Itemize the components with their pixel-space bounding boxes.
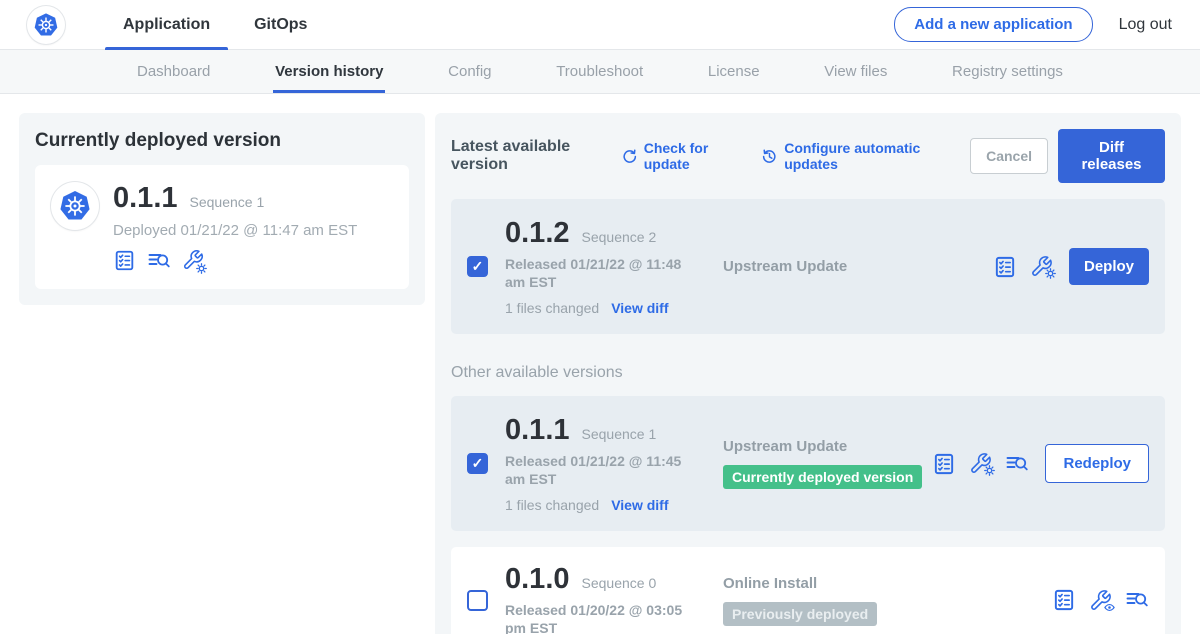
logout-button[interactable]: Log out (1119, 16, 1172, 34)
latest-available-title: Latest available version (451, 138, 607, 174)
kubernetes-logo (27, 6, 65, 44)
version-checkbox[interactable] (467, 453, 488, 474)
version-checkbox[interactable] (467, 590, 488, 611)
version-row-0-1-2: 0.1.2 Sequence 2 Released 01/21/22 @ 11:… (451, 199, 1165, 334)
config-view-icon[interactable] (1125, 588, 1149, 612)
tab-application[interactable]: Application (101, 0, 232, 50)
release-notes-icon[interactable] (1052, 588, 1076, 612)
view-diff-link[interactable]: View diff (611, 497, 668, 513)
version-row-0-1-0: 0.1.0 Sequence 0 Released 01/20/22 @ 03:… (451, 547, 1165, 634)
version-number: 0.1.2 (505, 217, 570, 250)
release-notes-icon[interactable] (993, 255, 1017, 279)
top-nav: Application GitOps Add a new application… (0, 0, 1200, 50)
sequence-label: Sequence 2 (582, 229, 657, 245)
tab-gitops[interactable]: GitOps (232, 0, 329, 50)
currently-deployed-badge: Currently deployed version (723, 465, 922, 489)
refresh-icon (621, 148, 638, 165)
release-notes-icon[interactable] (932, 452, 956, 476)
deployed-timestamp: Deployed 01/21/22 @ 11:47 am EST (113, 222, 357, 239)
check-for-update-link[interactable]: Check for update (621, 140, 739, 172)
version-checkbox[interactable] (467, 256, 488, 277)
config-view-icon[interactable] (147, 249, 171, 273)
preflight-gear-icon[interactable] (1030, 255, 1053, 278)
clock-arrow-icon (761, 148, 778, 165)
app-kubernetes-icon (51, 182, 99, 230)
other-versions-title: Other available versions (451, 364, 1165, 382)
tab-version-history[interactable]: Version history (273, 50, 385, 93)
add-new-application-button[interactable]: Add a new application (894, 7, 1092, 42)
cancel-button[interactable]: Cancel (970, 138, 1048, 174)
diff-releases-button[interactable]: Diff releases (1058, 129, 1165, 183)
redeploy-button[interactable]: Redeploy (1045, 444, 1149, 483)
tab-config[interactable]: Config (446, 50, 493, 93)
version-source-label: Online Install (723, 575, 1052, 592)
files-changed-label: 1 files changed (505, 300, 599, 316)
sequence-label: Sequence 1 (582, 426, 657, 442)
version-row-0-1-1: 0.1.1 Sequence 1 Released 01/21/22 @ 11:… (451, 396, 1165, 531)
version-source-label: Upstream Update (723, 258, 993, 275)
tab-view-files[interactable]: View files (822, 50, 889, 93)
released-timestamp: Released 01/21/22 @ 11:45 am EST (505, 453, 695, 488)
main-content: Currently deployed version 0.1.1 Sequenc… (0, 94, 1200, 634)
released-timestamp: Released 01/20/22 @ 03:05 pm EST (505, 602, 695, 634)
released-timestamp: Released 01/21/22 @ 11:48 am EST (505, 256, 695, 291)
config-view-icon[interactable] (1005, 452, 1029, 476)
currently-deployed-panel: Currently deployed version 0.1.1 Sequenc… (19, 113, 425, 305)
configure-automatic-updates-link[interactable]: Configure automatic updates (761, 140, 948, 172)
tab-troubleshoot[interactable]: Troubleshoot (554, 50, 645, 93)
tab-dashboard[interactable]: Dashboard (135, 50, 212, 93)
previously-deployed-badge: Previously deployed (723, 602, 877, 626)
sequence-label: Sequence 0 (582, 575, 657, 591)
files-changed-label: 1 files changed (505, 497, 599, 513)
version-number: 0.1.1 (505, 414, 570, 447)
deployed-sequence-label: Sequence 1 (190, 194, 265, 210)
tab-license[interactable]: License (706, 50, 762, 93)
deployed-version-number: 0.1.1 (113, 182, 178, 215)
version-history-panel: Latest available version Check for updat… (435, 113, 1181, 634)
preflight-eye-icon[interactable] (1089, 589, 1112, 612)
deployed-version-card: 0.1.1 Sequence 1 Deployed 01/21/22 @ 11:… (35, 165, 409, 289)
release-notes-icon[interactable] (113, 249, 136, 273)
tab-registry-settings[interactable]: Registry settings (950, 50, 1065, 93)
view-diff-link[interactable]: View diff (611, 300, 668, 316)
sub-nav: Dashboard Version history Config Trouble… (0, 50, 1200, 94)
version-number: 0.1.0 (505, 563, 570, 596)
version-source-label: Upstream Update (723, 438, 932, 455)
preflight-gear-icon[interactable] (969, 452, 992, 475)
deploy-button[interactable]: Deploy (1069, 248, 1149, 285)
preflight-gear-icon[interactable] (182, 249, 204, 273)
currently-deployed-title: Currently deployed version (35, 130, 409, 152)
